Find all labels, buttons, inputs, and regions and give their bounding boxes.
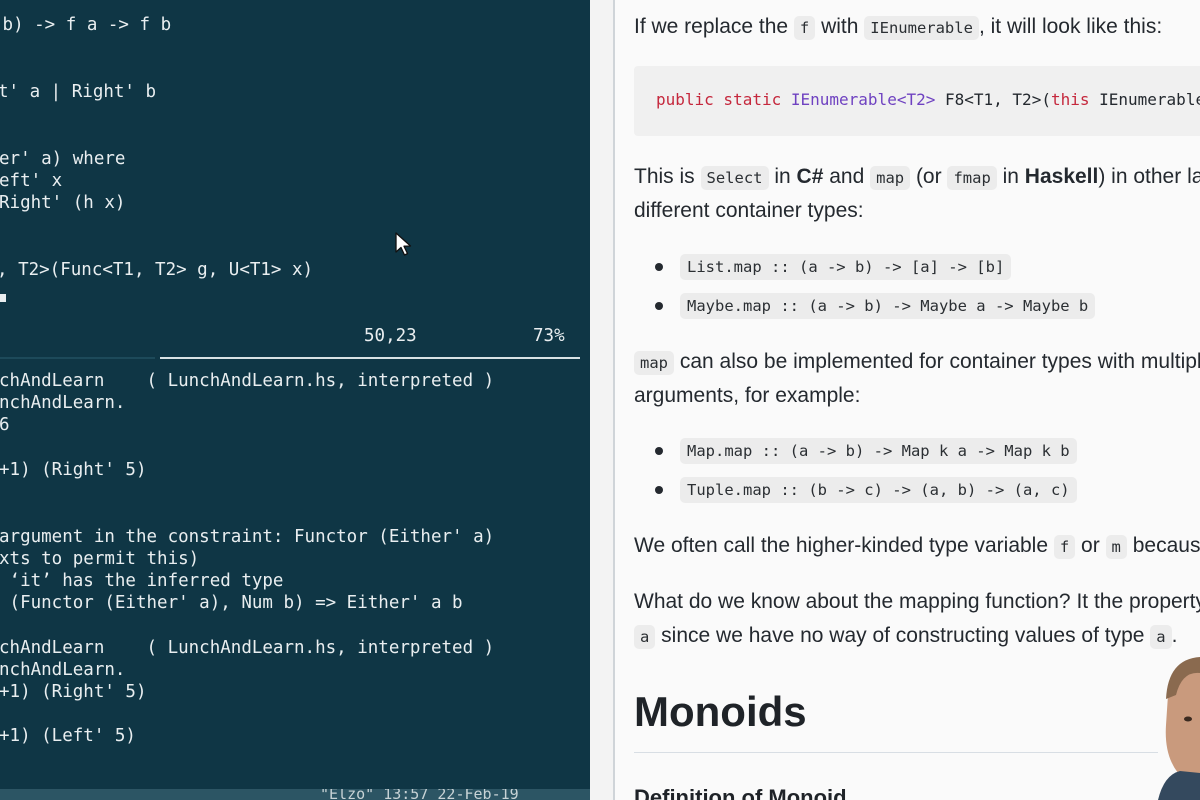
terminal-line: t' a | Right' b xyxy=(0,82,157,102)
window-gap xyxy=(590,0,614,800)
paragraph-mapping-function: What do we know about the mapping functi… xyxy=(634,590,1200,613)
bullet-icon xyxy=(655,302,663,310)
vim-cursor-position: 50,23 xyxy=(364,326,417,346)
terminal-line: er' a) where xyxy=(0,149,126,169)
inline-code: fmap xyxy=(947,166,997,190)
terminal-line: +1) (Right' 5) xyxy=(0,682,147,702)
inline-code: IEnumerable xyxy=(864,16,979,40)
inline-code: map xyxy=(870,166,911,190)
inline-code: f xyxy=(793,16,816,40)
inline-code: m xyxy=(1105,535,1127,559)
inline-code: a xyxy=(634,625,656,649)
paragraph-line: different container types: xyxy=(634,199,864,222)
bullet-icon xyxy=(655,263,663,271)
terminal-line: b) -> f a -> f b xyxy=(0,15,172,35)
mouse-pointer-icon xyxy=(395,232,412,256)
paragraph-replace-f: If we replace the f with IEnumerable, it… xyxy=(634,15,1163,40)
terminal-line: eft' x xyxy=(0,171,63,191)
terminal-line: +1) (Left' 5) xyxy=(0,726,136,746)
paragraph-higher-kinded: We often call the higher-kinded type var… xyxy=(634,534,1200,559)
list-item: Map.map :: (a -> b) -> Map k a -> Map k … xyxy=(655,438,1077,464)
terminal-pane[interactable]: b) -> f a -> f b t' a | Right' b er' a) … xyxy=(0,0,590,800)
code-block[interactable]: public static IEnumerable<T2> F8<T1, T2>… xyxy=(634,66,1200,136)
list-item: Tuple.map :: (b -> c) -> (a, b) -> (a, c… xyxy=(655,477,1077,503)
paragraph-line: a since we have no way of constructing v… xyxy=(634,619,1177,654)
inline-code: Tuple.map :: (b -> c) -> (a, b) -> (a, c… xyxy=(680,477,1077,503)
inline-code: List.map :: (a -> b) -> [a] -> [b] xyxy=(680,254,1012,280)
inline-code: Maybe.map :: (a -> b) -> Maybe a -> Mayb… xyxy=(680,293,1096,319)
terminal-line: , T2>(Func<T1, T2> g, U<T1> x) xyxy=(0,260,314,280)
terminal-line: chAndLearn ( LunchAndLearn.hs, interpret… xyxy=(0,638,495,658)
bullet-icon xyxy=(655,447,663,455)
terminal-line: ‘it’ has the inferred type xyxy=(0,571,284,591)
paragraph-line: arguments, for example: xyxy=(634,384,861,407)
subsection-heading: Definition of Monoid xyxy=(634,785,847,800)
vim-scroll-percent: 73% xyxy=(533,326,565,346)
paragraph-select-map: This is Select in C# and map (or fmap in… xyxy=(634,165,1200,190)
terminal-line: chAndLearn ( LunchAndLearn.hs, interpret… xyxy=(0,371,495,391)
terminal-line: 6 xyxy=(0,415,10,435)
terminal-line: (Functor (Either' a), Num b) => Either' … xyxy=(0,593,463,613)
list-item: List.map :: (a -> b) -> [a] -> [b] xyxy=(655,254,1012,280)
heading-divider xyxy=(634,752,1200,753)
terminal-line: nchAndLearn. xyxy=(0,393,126,413)
list-item: Maybe.map :: (a -> b) -> Maybe a -> Mayb… xyxy=(655,293,1096,319)
tmux-status-bar: "Elzo" 13:57 22-Feb-19 xyxy=(0,789,590,800)
inline-code: f xyxy=(1053,535,1076,559)
inline-code: map xyxy=(634,351,674,375)
pane-divider-left xyxy=(0,357,155,359)
terminal-line: Right' (h x) xyxy=(0,193,126,213)
inline-code: Select xyxy=(700,166,769,190)
terminal-cursor xyxy=(0,294,6,302)
paragraph-map-multiple: map can also be implemented for containe… xyxy=(634,345,1200,380)
terminal-line: xts to permit this) xyxy=(0,549,200,569)
section-heading: Monoids xyxy=(634,688,807,735)
markdown-document[interactable]: If we replace the f with IEnumerable, it… xyxy=(615,0,1200,800)
inline-code: a xyxy=(1150,625,1172,649)
terminal-line: nchAndLearn. xyxy=(0,660,126,680)
terminal-line: +1) (Right' 5) xyxy=(0,460,147,480)
pane-divider[interactable] xyxy=(160,357,580,359)
inline-code: Map.map :: (a -> b) -> Map k a -> Map k … xyxy=(680,438,1077,464)
presenter-webcam xyxy=(1158,655,1200,800)
bullet-icon xyxy=(655,486,663,494)
terminal-line: argument in the constraint: Functor (Eit… xyxy=(0,527,495,547)
